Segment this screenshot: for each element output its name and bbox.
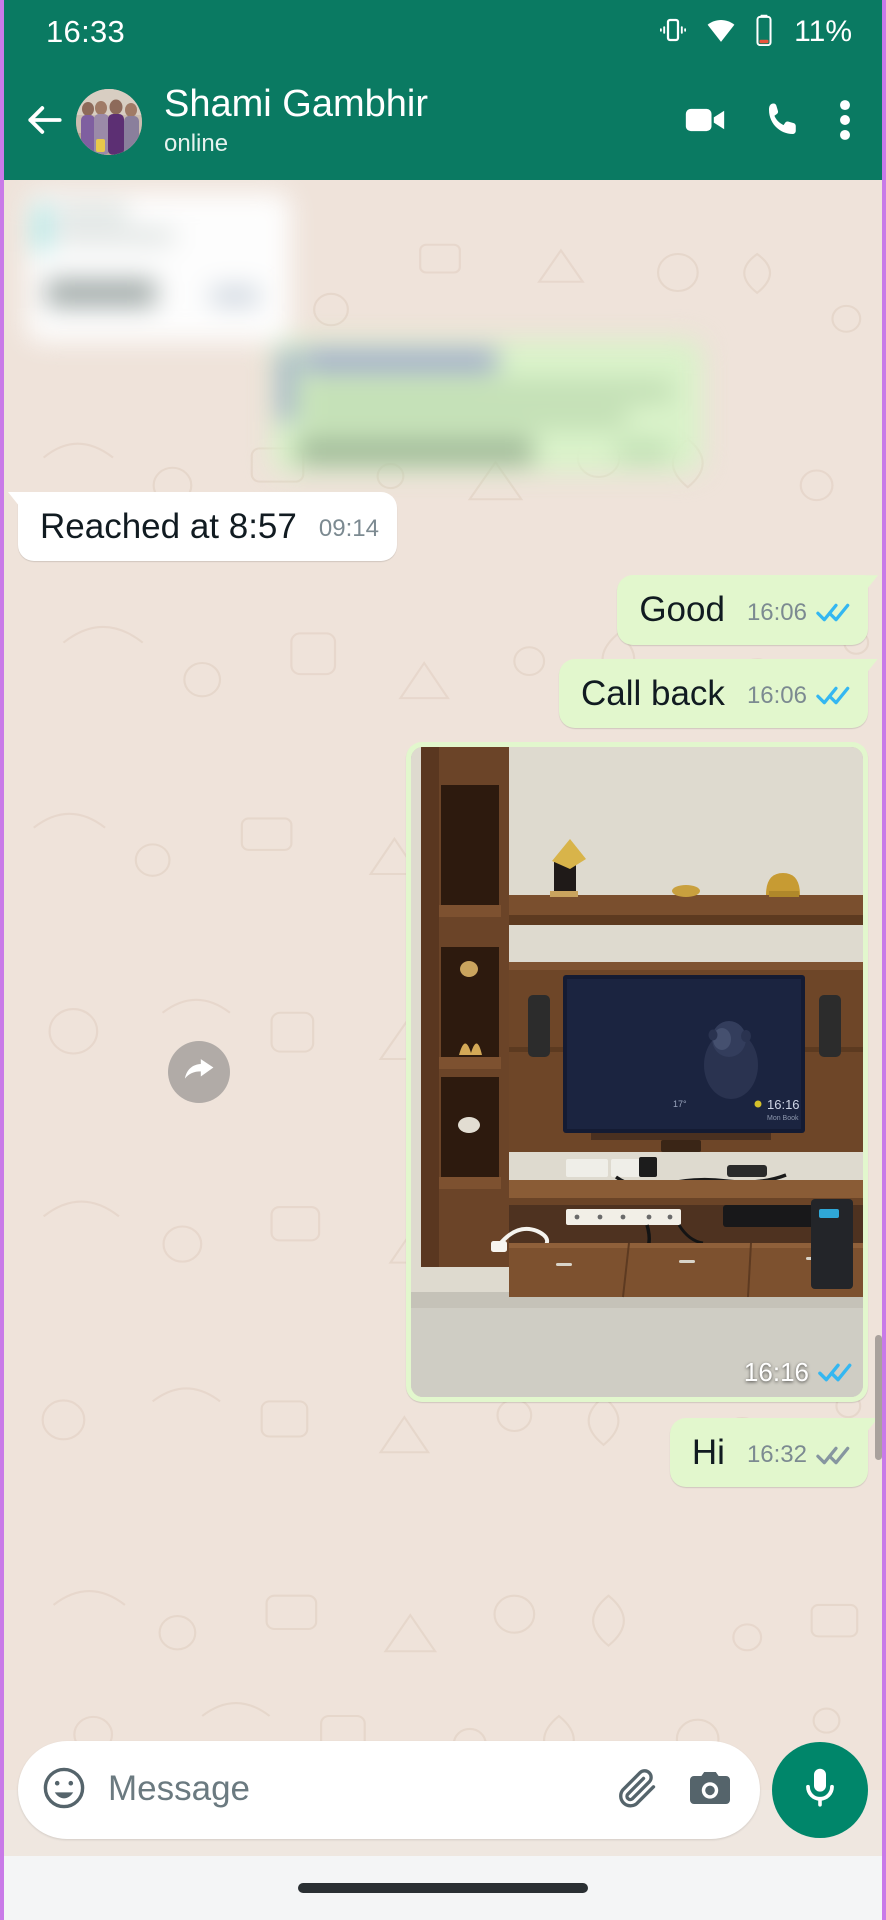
home-gesture-pill[interactable]	[298, 1883, 588, 1893]
read-receipt-double-check-icon	[816, 601, 850, 624]
microphone-icon	[796, 1764, 844, 1817]
message-bubble-outgoing[interactable]: Call back 16:06	[558, 658, 868, 728]
camera-icon[interactable]	[686, 1764, 734, 1817]
message-meta: 09:14	[319, 515, 379, 547]
overflow-menu-button[interactable]	[838, 97, 852, 148]
message-row-outgoing: Hi 16:32	[18, 1417, 868, 1488]
message-row-incoming: Reached at 8:57 09:14	[18, 492, 868, 562]
message-meta: 16:32	[747, 1441, 850, 1473]
battery-icon	[754, 14, 774, 51]
message-meta: 16:06	[747, 599, 850, 631]
message-meta: 16:06	[747, 682, 850, 714]
message-timestamp: 09:14	[318, 515, 379, 543]
message-timestamp: 16:06	[746, 681, 807, 709]
message-row-outgoing: Call back 16:06	[18, 658, 868, 728]
contact-presence: online	[164, 130, 229, 158]
avatar[interactable]	[76, 89, 142, 155]
message-text: Reached at 8:57	[40, 507, 297, 546]
message-bubble-image[interactable]: 16:16 17° Mon Book 16:16	[406, 741, 868, 1402]
chat-message-list[interactable]: Reached at 8:57 09:14 Good 16:06 Call ba…	[4, 180, 882, 1790]
delivered-receipt-double-check-icon	[816, 1444, 850, 1467]
chat-scrollbar[interactable]	[875, 1335, 882, 1460]
whatsapp-chat-screen: 16:33 11% Shami Gambhir online Reached a…	[0, 0, 886, 1920]
message-row-image: 16:16 17° Mon Book 16:16	[18, 741, 868, 1402]
message-text: Good	[639, 590, 725, 630]
message-image[interactable]: 16:16 17° Mon Book	[411, 746, 863, 1397]
message-input-container[interactable]: Message	[18, 1741, 760, 1839]
header-contact-info[interactable]: Shami Gambhir online	[164, 84, 682, 159]
forward-message-button[interactable]	[168, 1040, 230, 1103]
system-navigation-bar	[4, 1856, 882, 1920]
message-text: Call back	[580, 673, 725, 713]
avatar-image	[76, 89, 142, 155]
battery-percentage: 11%	[794, 15, 852, 48]
back-button[interactable]	[16, 93, 74, 151]
image-message-meta: 16:16	[744, 1357, 852, 1388]
status-bar-icons: 11%	[658, 14, 852, 51]
message-timestamp: 16:32	[746, 1441, 807, 1469]
message-bubble-incoming[interactable]: Reached at 8:57 09:14	[18, 492, 397, 562]
vibrate-icon	[658, 15, 688, 50]
read-receipt-double-check-icon	[816, 684, 850, 707]
input-action-icons	[614, 1764, 734, 1817]
svg-text:17°: 17°	[673, 1099, 687, 1109]
message-bubble-outgoing[interactable]: Hi 16:32	[669, 1417, 868, 1488]
overflow-menu-icon	[838, 97, 852, 148]
tv-unit-photo: 16:16 17° Mon Book	[411, 746, 863, 1397]
back-arrow-icon	[23, 98, 67, 147]
read-receipt-double-check-icon	[818, 1361, 852, 1384]
paperclip-icon[interactable]	[614, 1765, 660, 1816]
message-text: Hi	[691, 1432, 725, 1472]
voice-call-icon	[762, 99, 804, 146]
message-bubble-outgoing[interactable]: Good 16:06	[617, 575, 868, 645]
message-input-placeholder[interactable]: Message	[108, 1769, 594, 1811]
message-timestamp: 16:06	[746, 598, 807, 626]
voice-call-button[interactable]	[762, 99, 804, 146]
status-bar-clock: 16:33	[46, 14, 126, 49]
messages-container: Reached at 8:57 09:14 Good 16:06 Call ba…	[4, 180, 882, 1790]
svg-text:Mon Book: Mon Book	[767, 1115, 799, 1122]
message-timestamp: 16:16	[743, 1356, 809, 1387]
chat-header: Shami Gambhir online	[4, 64, 882, 180]
wifi-icon	[705, 15, 737, 50]
message-row-outgoing: Good 16:06	[18, 575, 868, 645]
video-call-icon	[682, 97, 728, 148]
svg-text:16:16: 16:16	[767, 1097, 800, 1112]
status-bar: 16:33 11%	[4, 0, 882, 64]
emoji-icon[interactable]	[40, 1764, 88, 1817]
voice-record-button[interactable]	[772, 1742, 868, 1838]
video-call-button[interactable]	[682, 97, 728, 148]
header-actions	[682, 97, 858, 148]
message-input-bar: Message	[4, 1724, 882, 1856]
forward-icon	[181, 1051, 217, 1092]
contact-name: Shami Gambhir	[164, 84, 428, 126]
